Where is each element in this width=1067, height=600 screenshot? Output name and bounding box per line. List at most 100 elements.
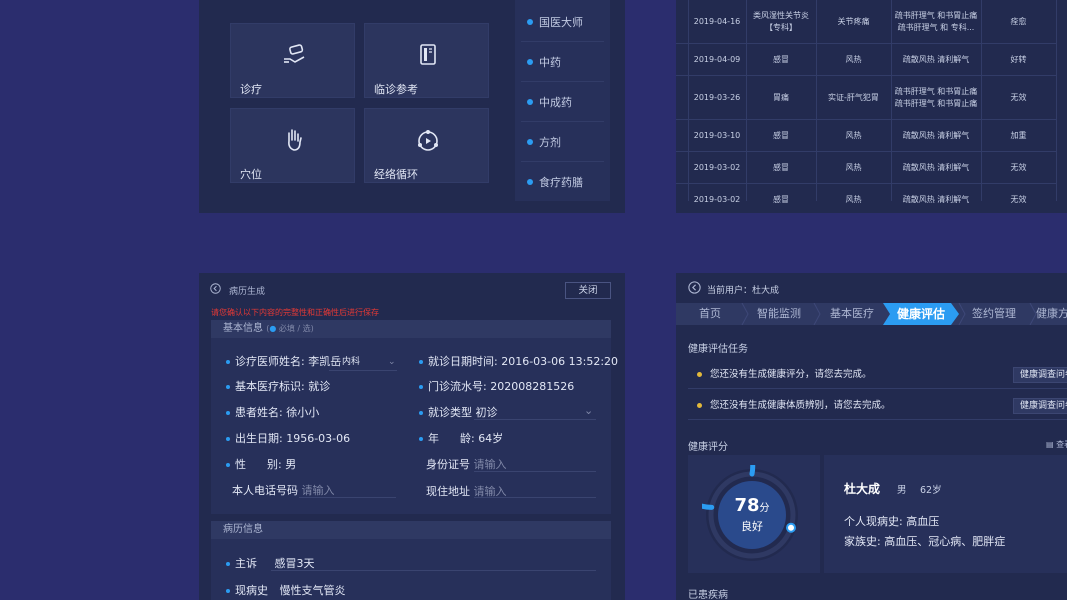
sidebar-item-diet-therapy[interactable]: 食疗药膳 [521, 162, 604, 202]
section-header-history: 病历信息 [211, 521, 611, 539]
sidebar-item-label: 中成药 [539, 95, 572, 109]
clinical-menu-panel: 诊疗 临诊参考 穴位 经络循环 国医大师 中药 中成药 方剂 食疗药膳 [199, 0, 625, 213]
table-cell-diagnosis: 感冒 [773, 162, 789, 172]
table-cell-result: 无效 [1010, 92, 1027, 102]
doctor-value: 李凯岳 [308, 355, 342, 368]
gender-field: 性 别: 男 [226, 456, 296, 472]
field-label: 年 龄: [428, 432, 475, 445]
close-button[interactable]: 关闭 [565, 282, 611, 299]
table-cell-syndrome: 实证-肝气犯胃 [828, 92, 879, 102]
table-cell-date: 2019-04-16 [693, 16, 741, 26]
patient-name-value: 徐小小 [286, 406, 320, 419]
department-value: 内科 [342, 357, 361, 367]
age-value: 64岁 [478, 432, 504, 445]
bullet-icon [527, 58, 533, 65]
phone-input[interactable]: 请输入 [302, 484, 335, 497]
tile-meridian[interactable]: 经络循环 [364, 108, 489, 183]
birth-date-value: 1956-03-06 [286, 432, 351, 445]
present-illness-input[interactable]: 慢性支气管炎 [280, 584, 346, 597]
view-link[interactable]: ▤ 查看 [1046, 439, 1067, 450]
tile-label: 临诊参考 [374, 83, 418, 96]
complaint-input[interactable]: 感冒3天 [275, 557, 315, 570]
tab-health-assessment[interactable]: 健康评估 [888, 303, 954, 325]
score-section-title: 健康评分 [688, 442, 728, 453]
sidebar-item-label: 国医大师 [539, 15, 583, 29]
task-section-title: 健康评估任务 [688, 344, 748, 355]
table-cell-diagnosis: 感冒 [773, 130, 789, 140]
table-cell-diagnosis: 胃痛 [773, 92, 789, 102]
visit-type-field: 就诊类型 初诊 ⌄ [419, 404, 593, 420]
survey-button[interactable]: 健康调查问卷 [1013, 367, 1067, 383]
tile-label: 穴位 [240, 168, 262, 181]
field-label: 就诊日期时间: [428, 355, 498, 368]
table-cell-diagnosis: 类风湿性关节炎 【专科】 [753, 10, 809, 32]
survey-button[interactable]: 健康调查问卷 [1013, 398, 1067, 414]
table-cell-method: 疏散风热 清利解气 [902, 54, 970, 64]
field-label: 现病史 [235, 584, 268, 597]
table-cell-method: 疏书肝理气 和书胃止痛 疏书肝理气 和书胃止痛 [894, 86, 978, 108]
field-label: 身份证号 [426, 458, 470, 471]
visit-time-value: 2016-03-06 13:52:20 [501, 355, 619, 368]
table-cell-date: 2019-03-26 [693, 92, 741, 102]
back-icon[interactable] [210, 283, 221, 294]
score-unit: 分 [759, 503, 770, 514]
field-label: 性 别: [235, 458, 282, 471]
field-underline [474, 497, 596, 498]
score-text: 78分 [702, 495, 802, 516]
table-cell-method: 疏散风热 清利解气 [902, 130, 970, 140]
field-label: 本人电话号码 [232, 484, 298, 497]
tile-diagnosis[interactable]: 诊疗 [230, 23, 355, 98]
sidebar-item-master[interactable]: 国医大师 [521, 2, 604, 42]
table-cell-method: 疏散风热 清利解气 [902, 194, 970, 204]
form-title: 病历生成 [229, 287, 266, 297]
complaint-field: 主诉 感冒3天 [226, 555, 315, 571]
sidebar-item-herb[interactable]: 中药 [521, 42, 604, 82]
present-history: 个人现病史: 高血压 [844, 515, 940, 528]
tab-monitoring[interactable]: 智能监测 [748, 303, 810, 325]
table-row: 2019-04-09 感冒 风热 疏散风热 清利解气 好转 [676, 44, 1056, 76]
document-icon: ▤ [1046, 440, 1054, 449]
task-text: 您还没有生成健康评分，请您去完成。 [710, 369, 872, 380]
patient-gender: 男 [897, 485, 907, 496]
sidebar-item-patent-medicine[interactable]: 中成药 [521, 82, 604, 122]
id-number-input[interactable]: 请输入 [474, 458, 507, 471]
disease-section-title: 已患疾病 [688, 590, 728, 600]
patient-age: 62岁 [920, 485, 942, 496]
palm-icon [288, 129, 302, 151]
table-cell-result: 加重 [1010, 130, 1027, 140]
visit-type-value[interactable]: 初诊 [476, 406, 498, 419]
current-user: 当前用户：杜大成 [707, 286, 780, 296]
tab-contract[interactable]: 签约管理 [963, 303, 1025, 325]
field-label: 出生日期: [235, 432, 283, 445]
field-label: 门诊流水号: [428, 380, 487, 393]
field-underline [271, 570, 596, 571]
sidebar-item-prescription[interactable]: 方剂 [521, 122, 604, 162]
tile-clinical-reference[interactable]: 临诊参考 [364, 23, 489, 98]
tab-home[interactable]: 首页 [686, 303, 734, 325]
tile-acupoint[interactable]: 穴位 [230, 108, 355, 183]
department-select[interactable]: 内科 ⌄ [342, 354, 396, 367]
task-text: 您还没有生成健康体质辨别，请您去完成。 [710, 400, 891, 411]
table-cell-syndrome: 风热 [845, 130, 862, 140]
sidebar-item-label: 方剂 [539, 135, 561, 149]
score-level: 良好 [741, 520, 763, 533]
table-cell-date: 2019-04-09 [693, 54, 741, 64]
tab-basic-medical[interactable]: 基本医疗 [821, 303, 883, 325]
field-label: 现住地址 [426, 485, 470, 498]
section-header-basic: 基本信息 (● 必填 / 选) [211, 320, 611, 338]
table-row: 2019-03-02 感冒 风热 疏散风热 清利解气 无效 [676, 152, 1056, 184]
warning-dot-icon [697, 372, 702, 377]
field-label: 就诊类型 [428, 406, 472, 419]
view-label: 查看 [1056, 440, 1067, 449]
table-row: 2019-04-16 类风湿性关节炎 【专科】 关节疼痛 疏书肝理气 和书胃止痛 疏书… [676, 0, 1056, 44]
tab-health-plan[interactable]: 健康方 [1036, 303, 1067, 325]
phone-field: 本人电话号码 请输入 [232, 482, 335, 498]
back-icon[interactable] [688, 281, 701, 294]
birth-date-field: 出生日期: 1956-03-06 [226, 430, 350, 446]
table-cell-syndrome: 关节疼痛 [837, 16, 870, 26]
chevron-down-icon[interactable]: ⌄ [584, 404, 593, 417]
field-label: 基本医疗标识: [235, 380, 305, 393]
task-item: 您还没有生成健康体质辨别，请您去完成。 健康调查问卷 [688, 392, 1067, 420]
table-cell-date: 2019-03-02 [693, 194, 741, 204]
gender-value: 男 [285, 458, 297, 471]
